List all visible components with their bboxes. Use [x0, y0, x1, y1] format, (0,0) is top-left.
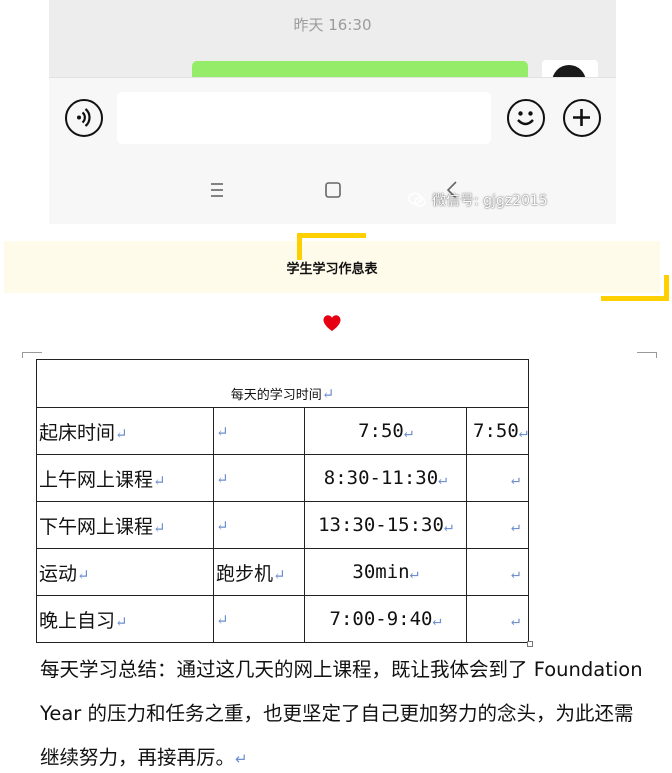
- voice-icon: [77, 108, 91, 127]
- activity-cell: 运动↵: [36, 548, 214, 596]
- extra-cell: ↵: [465, 454, 530, 502]
- activity-cell: 上午网上课程↵: [36, 454, 214, 502]
- recent-apps-button[interactable]: [206, 179, 228, 201]
- activity-cell: 晚上自习↵: [36, 595, 214, 643]
- menu-icon: [211, 183, 223, 197]
- table-row: 下午网上课程↵ ↵ 13:30-15:30↵ ↵: [36, 501, 530, 549]
- wechat-icon: [408, 192, 426, 207]
- table-row: 起床时间↵ ↵ 7:50↵ 7:50↵: [36, 407, 530, 455]
- detail-cell: ↵: [213, 595, 305, 643]
- detail-cell: ↵: [213, 501, 305, 549]
- extra-cell: 7:50↵: [465, 407, 530, 455]
- table-caption-row: 每天的学习时间↵: [35, 359, 530, 408]
- message-input[interactable]: [117, 92, 491, 144]
- table-caption: 每天的学习时间↵: [35, 359, 530, 408]
- table-row: 上午网上课程↵ ↵ 8:30-11:30↵ ↵: [36, 454, 530, 502]
- time-cell: 13:30-15:30↵: [304, 501, 467, 549]
- time-cell: 30min↵: [304, 548, 467, 596]
- detail-cell: ↵: [213, 454, 305, 502]
- activity-cell: 下午网上课程↵: [36, 501, 214, 549]
- extra-cell: ↵: [465, 548, 530, 596]
- heart-icon: [323, 315, 341, 331]
- corner-decoration-top-left: [297, 233, 366, 260]
- table-row: 运动↵ 跑步机↵ 30min↵ ↵: [36, 548, 530, 596]
- time-cell: 7:50↵: [304, 407, 467, 455]
- time-cell: 8:30-11:30↵: [304, 454, 467, 502]
- emoji-button[interactable]: [507, 99, 545, 137]
- smiley-icon: [517, 111, 534, 126]
- extra-cell: ↵: [465, 501, 530, 549]
- message-timestamp: 昨天 16:30: [293, 16, 372, 34]
- page-corner-mark: [637, 352, 657, 358]
- activity-cell: 起床时间↵: [36, 407, 214, 455]
- section-title: 学生学习作息表: [286, 262, 378, 277]
- detail-cell: ↵: [213, 407, 305, 455]
- detail-cell: 跑步机↵: [213, 548, 305, 596]
- voice-input-button[interactable]: [65, 99, 103, 137]
- daily-summary-paragraph: 每天学习总结：通过这几天的网上课程，既让我体会到了 Foundation Yea…: [40, 658, 643, 769]
- corner-decoration-bottom-right: [601, 275, 669, 301]
- wechat-watermark: 微信号: gjgz2015: [408, 190, 548, 210]
- plus-icon: [573, 109, 590, 126]
- chat-input-bar: [49, 77, 616, 157]
- schedule-table: 每天的学习时间↵ 起床时间↵ ↵ 7:50↵ 7:50↵ 上午网上课程↵ ↵ 8…: [35, 359, 530, 643]
- extra-cell: ↵: [465, 595, 530, 643]
- home-button[interactable]: [322, 179, 344, 201]
- watermark-text: 微信号: gjgz2015: [432, 193, 548, 209]
- table-resize-handle[interactable]: [527, 641, 533, 647]
- square-icon: [325, 182, 341, 198]
- table-row: 晚上自习↵ ↵ 7:00-9:40↵ ↵: [36, 595, 530, 643]
- time-cell: 7:00-9:40↵: [304, 595, 467, 643]
- message-area: 昨天 16:30: [49, 0, 616, 90]
- more-options-button[interactable]: [563, 99, 601, 137]
- page-corner-mark: [22, 352, 42, 358]
